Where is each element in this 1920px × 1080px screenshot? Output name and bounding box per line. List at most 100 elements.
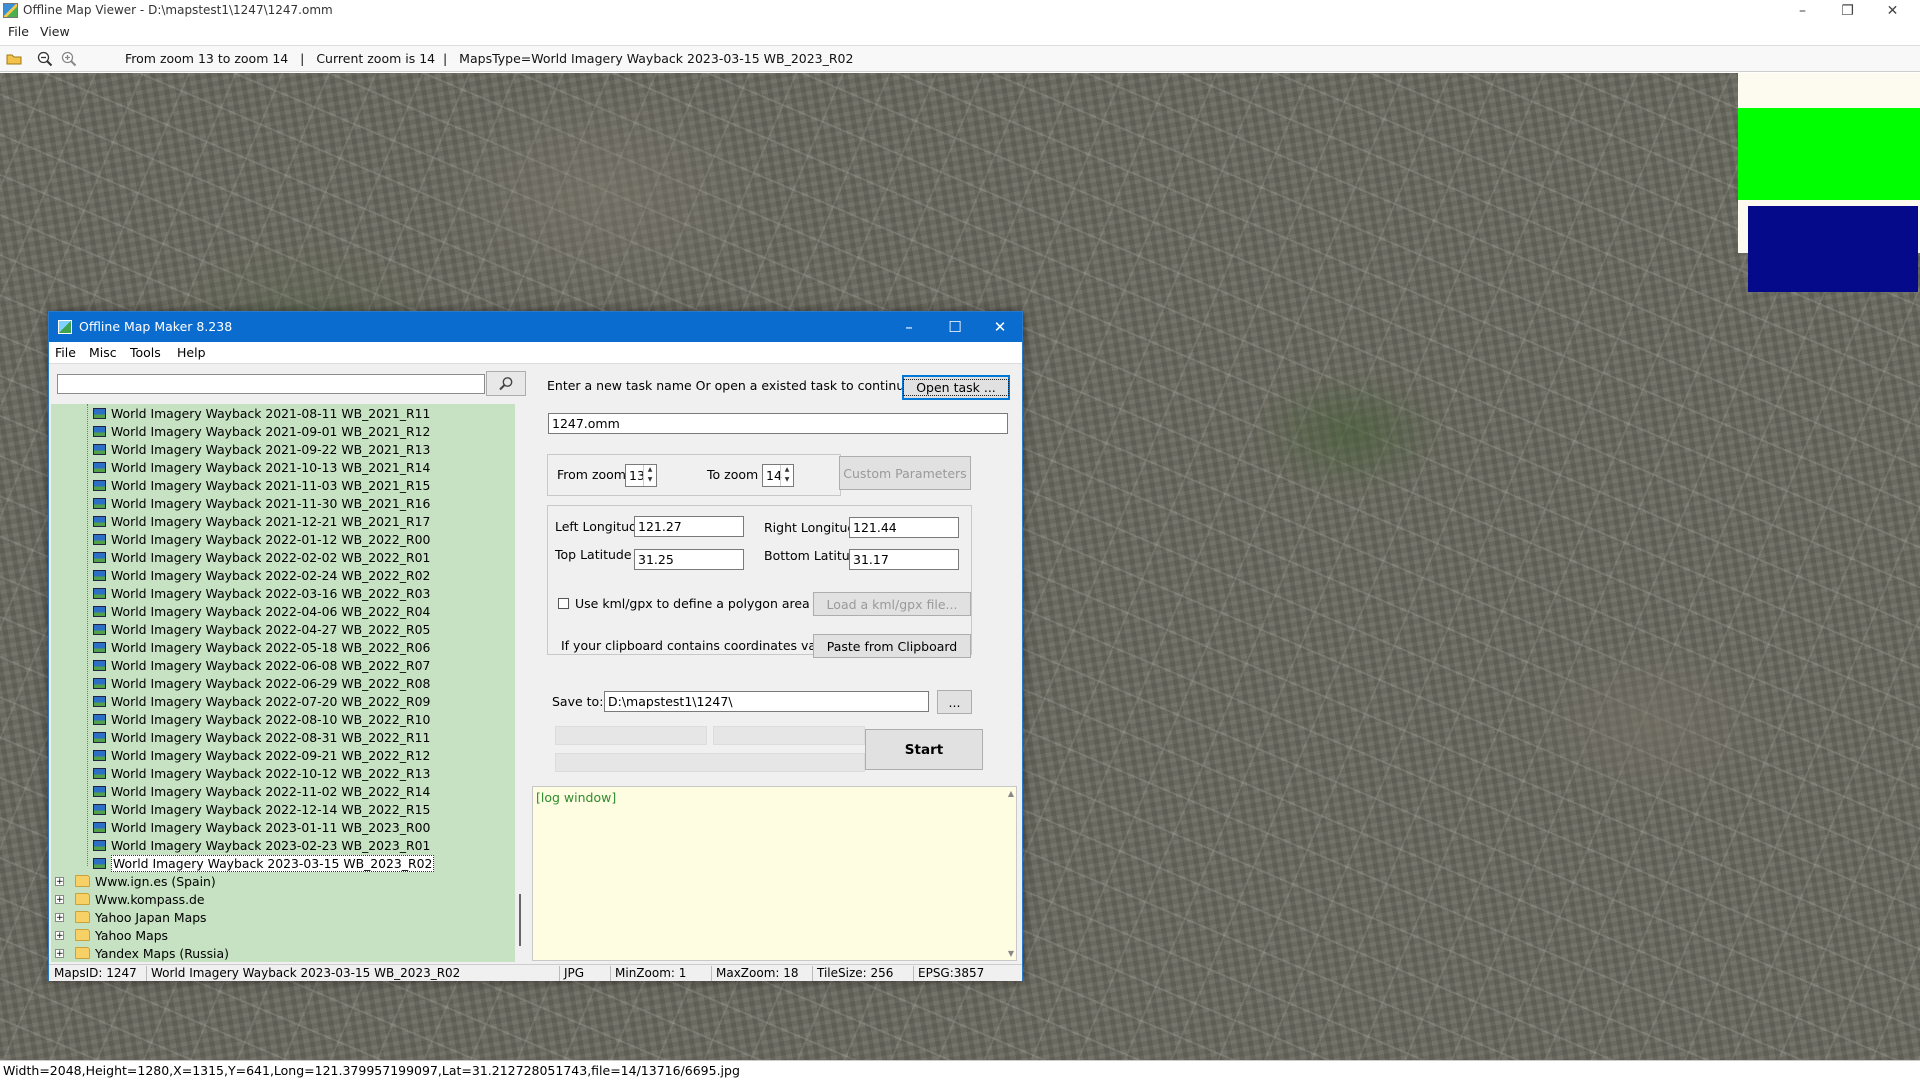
paste-clipboard-button[interactable]: Paste from Clipboard [813,634,971,658]
kml-checkbox-label[interactable]: Use kml/gpx to define a polygon area [575,596,810,611]
tree-map-item[interactable]: World Imagery Wayback 2022-02-24 WB_2022… [93,566,430,584]
custom-parameters-button[interactable]: Custom Parameters [839,456,971,490]
tree-map-item[interactable]: World Imagery Wayback 2023-03-15 WB_2023… [93,854,435,872]
tree-provider-folder[interactable]: + Yandex Maps (Russia) [55,944,229,962]
status-maps-name: World Imagery Wayback 2023-03-15 WB_2023… [148,966,560,981]
dialog-titlebar[interactable]: Offline Map Maker 8.238 – ☐ ✕ [49,312,1022,342]
tree-map-item[interactable]: World Imagery Wayback 2023-02-23 WB_2023… [93,836,430,854]
right-longitude-input[interactable]: 121.44 [849,517,959,538]
tree-scroll-thumb[interactable] [519,894,521,946]
left-longitude-input[interactable]: 121.27 [634,516,744,537]
tree-map-item[interactable]: World Imagery Wayback 2022-04-27 WB_2022… [93,620,430,638]
dialog-menu-misc[interactable]: Misc [89,345,117,360]
tree-map-item-label: World Imagery Wayback 2022-01-12 WB_2022… [111,531,431,547]
tree-map-item[interactable]: World Imagery Wayback 2022-08-31 WB_2022… [93,728,430,746]
top-latitude-label: Top Latitude [555,547,632,562]
overview-map[interactable] [1738,73,1920,292]
dialog-menubar: File Misc Tools Help [49,342,1022,364]
dialog-close-icon[interactable]: ✕ [977,312,1023,342]
expand-plus-icon[interactable]: + [55,876,64,886]
tree-map-item[interactable]: World Imagery Wayback 2022-09-21 WB_2022… [93,746,430,764]
dialog-minimize-icon[interactable]: – [886,312,932,342]
expand-plus-icon[interactable]: + [55,912,64,922]
status-tile-size: TileSize: 256 [814,966,914,981]
tree-map-item[interactable]: World Imagery Wayback 2021-10-13 WB_2021… [93,458,430,476]
tree-provider-folder[interactable]: + Www.kompass.de [55,890,205,908]
tree-provider-label: Www.ign.es (Spain) [95,873,216,889]
tree-provider-folder[interactable]: + Yahoo Japan Maps [55,908,207,926]
top-latitude-input[interactable]: 31.25 [634,549,744,570]
tree-provider-folder[interactable]: + Www.ign.es (Spain) [55,872,216,890]
scroll-up-icon[interactable]: ▲ [1008,789,1014,798]
menu-file[interactable]: File [8,24,29,39]
save-to-input[interactable]: D:\mapstest1\1247\ [604,691,929,712]
tree-map-item[interactable]: World Imagery Wayback 2022-04-06 WB_2022… [93,602,430,620]
dialog-app-icon [58,320,72,334]
tree-map-item[interactable]: World Imagery Wayback 2022-05-18 WB_2022… [93,638,430,656]
map-layer-icon [93,425,106,437]
tree-map-item[interactable]: World Imagery Wayback 2022-03-16 WB_2022… [93,584,430,602]
minimize-icon[interactable]: – [1780,0,1825,22]
tree-map-item[interactable]: World Imagery Wayback 2022-02-02 WB_2022… [93,548,430,566]
tree-provider-folder[interactable]: + Yahoo Maps [55,926,168,944]
menu-view[interactable]: View [40,24,70,39]
tree-map-item[interactable]: World Imagery Wayback 2022-12-14 WB_2022… [93,800,430,818]
dialog-menu-file[interactable]: File [55,345,76,360]
restore-icon[interactable]: ❐ [1825,0,1870,22]
bottom-latitude-input[interactable]: 31.17 [849,549,959,570]
expand-plus-icon[interactable]: + [55,948,64,958]
open-task-button[interactable]: Open task ... [902,375,1010,400]
start-button[interactable]: Start [865,729,983,770]
log-text: [log window] [536,790,617,805]
tree-map-item[interactable]: World Imagery Wayback 2022-07-20 WB_2022… [93,692,430,710]
kml-checkbox[interactable] [558,598,569,609]
map-type-tree[interactable]: World Imagery Wayback 2021-08-11 WB_2021… [51,404,515,962]
tree-map-item[interactable]: World Imagery Wayback 2022-10-12 WB_2022… [93,764,430,782]
expand-plus-icon[interactable]: + [55,930,64,940]
scroll-down-icon[interactable]: ▼ [1008,949,1014,958]
tree-map-item[interactable]: World Imagery Wayback 2021-11-03 WB_2021… [93,476,430,494]
map-layer-icon [93,605,106,617]
tree-map-item[interactable]: World Imagery Wayback 2021-08-11 WB_2021… [93,404,430,422]
dialog-menu-help[interactable]: Help [177,345,206,360]
tree-map-item-label: World Imagery Wayback 2022-02-24 WB_2022… [111,567,431,583]
tree-connector-line [87,404,88,866]
dialog-menu-tools[interactable]: Tools [130,345,161,360]
close-icon[interactable]: ✕ [1870,0,1915,22]
tree-map-item-label: World Imagery Wayback 2022-12-14 WB_2022… [111,801,431,817]
tree-map-item[interactable]: World Imagery Wayback 2022-11-02 WB_2022… [93,782,430,800]
tree-map-item[interactable]: World Imagery Wayback 2022-01-12 WB_2022… [93,530,430,548]
tree-map-item-label: World Imagery Wayback 2021-09-22 WB_2021… [111,441,431,457]
tree-map-item[interactable]: World Imagery Wayback 2021-09-01 WB_2021… [93,422,430,440]
paste-clipboard-label: Paste from Clipboard [826,638,958,654]
load-kml-button[interactable]: Load a kml/gpx file... [813,592,971,616]
tree-map-item[interactable]: World Imagery Wayback 2022-08-10 WB_2022… [93,710,430,728]
clipboard-prompt-label: If your clipboard contains coordinates v… [561,638,846,653]
status-max-zoom: MaxZoom: 18 [713,966,813,981]
expand-plus-icon[interactable]: + [55,894,64,904]
zoom-out-icon[interactable] [36,50,54,67]
tree-scrollbar[interactable] [519,404,522,962]
search-button[interactable] [486,371,526,396]
tree-provider-label: Yahoo Japan Maps [95,909,207,925]
to-zoom-spinner[interactable]: 14 ▲ ▼ [762,464,794,487]
browse-button[interactable]: ... [937,690,972,714]
tree-map-item[interactable]: World Imagery Wayback 2022-06-08 WB_2022… [93,656,430,674]
dialog-maximize-icon[interactable]: ☐ [932,312,978,342]
tree-map-item[interactable]: World Imagery Wayback 2022-06-29 WB_2022… [93,674,430,692]
tree-map-item[interactable]: World Imagery Wayback 2023-01-11 WB_2023… [93,818,430,836]
tree-map-item[interactable]: World Imagery Wayback 2021-12-21 WB_2021… [93,512,430,530]
map-search-input[interactable] [57,374,485,394]
tree-map-item[interactable]: World Imagery Wayback 2021-11-30 WB_2021… [93,494,430,512]
spinner-arrows-icon[interactable]: ▲ ▼ [780,465,793,486]
log-window[interactable]: [log window] ▲ ▼ [532,786,1017,961]
from-zoom-spinner[interactable]: 13 ▲ ▼ [625,464,657,487]
overview-viewport-blue [1748,206,1918,292]
save-to-label: Save to: [552,694,604,709]
spinner-arrows-icon[interactable]: ▲ ▼ [643,465,656,486]
zoom-in-icon[interactable] [60,50,78,67]
tree-map-item[interactable]: World Imagery Wayback 2021-09-22 WB_2021… [93,440,430,458]
map-layer-icon [93,407,106,419]
task-name-input[interactable]: 1247.omm [548,413,1008,434]
open-folder-icon[interactable] [5,50,23,67]
